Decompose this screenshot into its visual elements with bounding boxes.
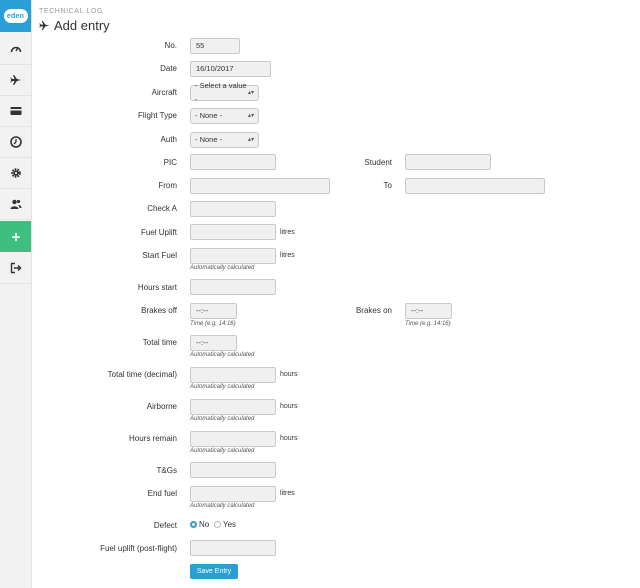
plane-icon [39, 20, 50, 31]
logo-cloud-icon: eden [3, 9, 28, 23]
from-input[interactable] [190, 178, 330, 194]
brakes-off-hint: Time (e.g. 14:16) [190, 321, 236, 327]
defect-no-radio[interactable]: No [190, 520, 209, 529]
hours-start-input[interactable] [190, 279, 276, 295]
dashboard-gauge-icon[interactable] [0, 34, 31, 65]
pic-input[interactable] [190, 154, 276, 170]
flight-type-label: Flight Type [138, 111, 177, 120]
credit-card-icon[interactable] [0, 96, 31, 127]
to-label: To [383, 181, 392, 190]
hours-remain-hint: Automatically calculated [190, 448, 255, 454]
fuel-uplift-input[interactable] [190, 224, 276, 240]
page-title: Add entry [39, 18, 110, 33]
sidebar: eden [0, 0, 32, 588]
brakes-off-label: Brakes off [141, 306, 177, 315]
total-time-input[interactable]: --:-- [190, 335, 237, 351]
page-title-text: Add entry [54, 18, 110, 33]
fuel-uplift-post-input[interactable] [190, 540, 276, 556]
hours-remain-label: Hours remain [128, 434, 177, 443]
select-caret-icon: ▴▾ [247, 90, 254, 96]
hours-remain-unit: hours [280, 435, 298, 442]
clock-icon[interactable] [0, 127, 31, 158]
airborne-unit: hours [280, 403, 298, 410]
auth-label: Auth [160, 135, 177, 144]
gear-icon[interactable] [0, 158, 31, 189]
check-a-input[interactable] [190, 201, 276, 217]
pic-label: PIC [163, 158, 177, 167]
airborne-hint: Automatically calculated [190, 416, 255, 422]
defect-label: Defect [153, 521, 177, 530]
users-icon[interactable] [0, 189, 31, 220]
to-input[interactable] [405, 178, 545, 194]
fuel-uplift-unit: litres [280, 229, 295, 236]
total-time-decimal-input[interactable] [190, 367, 276, 383]
end-fuel-unit: litres [280, 490, 295, 497]
defect-yes-radio[interactable]: Yes [214, 520, 236, 529]
total-time-decimal-hint: Automatically calculated [190, 384, 255, 390]
tgs-input[interactable] [190, 462, 276, 478]
end-fuel-input[interactable] [190, 486, 276, 502]
end-fuel-label: End fuel [147, 489, 177, 498]
date-label: Date [160, 64, 177, 73]
start-fuel-hint: Automatically calculated [190, 265, 255, 271]
logout-icon[interactable] [0, 253, 31, 284]
breadcrumb: TECHNICAL LOG [39, 8, 103, 15]
aircraft-select[interactable]: - Select a value - ▴▾ [190, 81, 259, 104]
brakes-on-label: Brakes on [355, 306, 392, 315]
hours-start-label: Hours start [137, 283, 177, 292]
select-caret-icon: ▴▾ [247, 137, 254, 143]
brakes-off-input[interactable]: --:-- [190, 303, 237, 319]
brakes-on-hint: Time (e.g. 14:16) [405, 321, 451, 327]
student-input[interactable] [405, 154, 491, 170]
from-label: From [158, 181, 177, 190]
hours-remain-input[interactable] [190, 431, 276, 447]
fuel-uplift-post-label: Fuel uplift (post-flight) [100, 544, 177, 553]
total-time-decimal-label: Total time (decimal) [107, 370, 177, 379]
plane-icon[interactable] [0, 65, 31, 96]
no-input[interactable]: 55 [190, 38, 240, 54]
brakes-on-input[interactable]: --:-- [405, 303, 452, 319]
end-fuel-hint: Automatically calculated [190, 503, 255, 509]
aircraft-label: Aircraft [151, 88, 177, 97]
total-time-decimal-unit: hours [280, 371, 298, 378]
start-fuel-input[interactable] [190, 248, 276, 264]
logo[interactable]: eden [0, 0, 31, 32]
airborne-label: Airborne [146, 402, 177, 411]
radio-unchecked-icon [214, 521, 221, 528]
no-label: No. [164, 41, 177, 50]
check-a-label: Check A [147, 204, 177, 213]
start-fuel-label: Start Fuel [142, 251, 177, 260]
radio-checked-icon [190, 521, 197, 528]
select-caret-icon: ▴▾ [247, 113, 254, 119]
save-entry-button[interactable]: Save Entry [190, 564, 238, 579]
student-label: Student [364, 158, 392, 167]
date-input[interactable]: 16/10/2017 [190, 61, 271, 77]
auth-select[interactable]: - None - ▴▾ [190, 132, 259, 148]
tgs-label: T&Gs [156, 466, 177, 475]
fuel-uplift-label: Fuel Uplift [140, 228, 177, 237]
airborne-input[interactable] [190, 399, 276, 415]
start-fuel-unit: litres [280, 252, 295, 259]
flight-type-select[interactable]: - None - ▴▾ [190, 108, 259, 124]
total-time-hint: Automatically calculated [190, 352, 255, 358]
total-time-label: Total time [142, 338, 177, 347]
add-entry-plus-icon[interactable] [0, 221, 31, 252]
